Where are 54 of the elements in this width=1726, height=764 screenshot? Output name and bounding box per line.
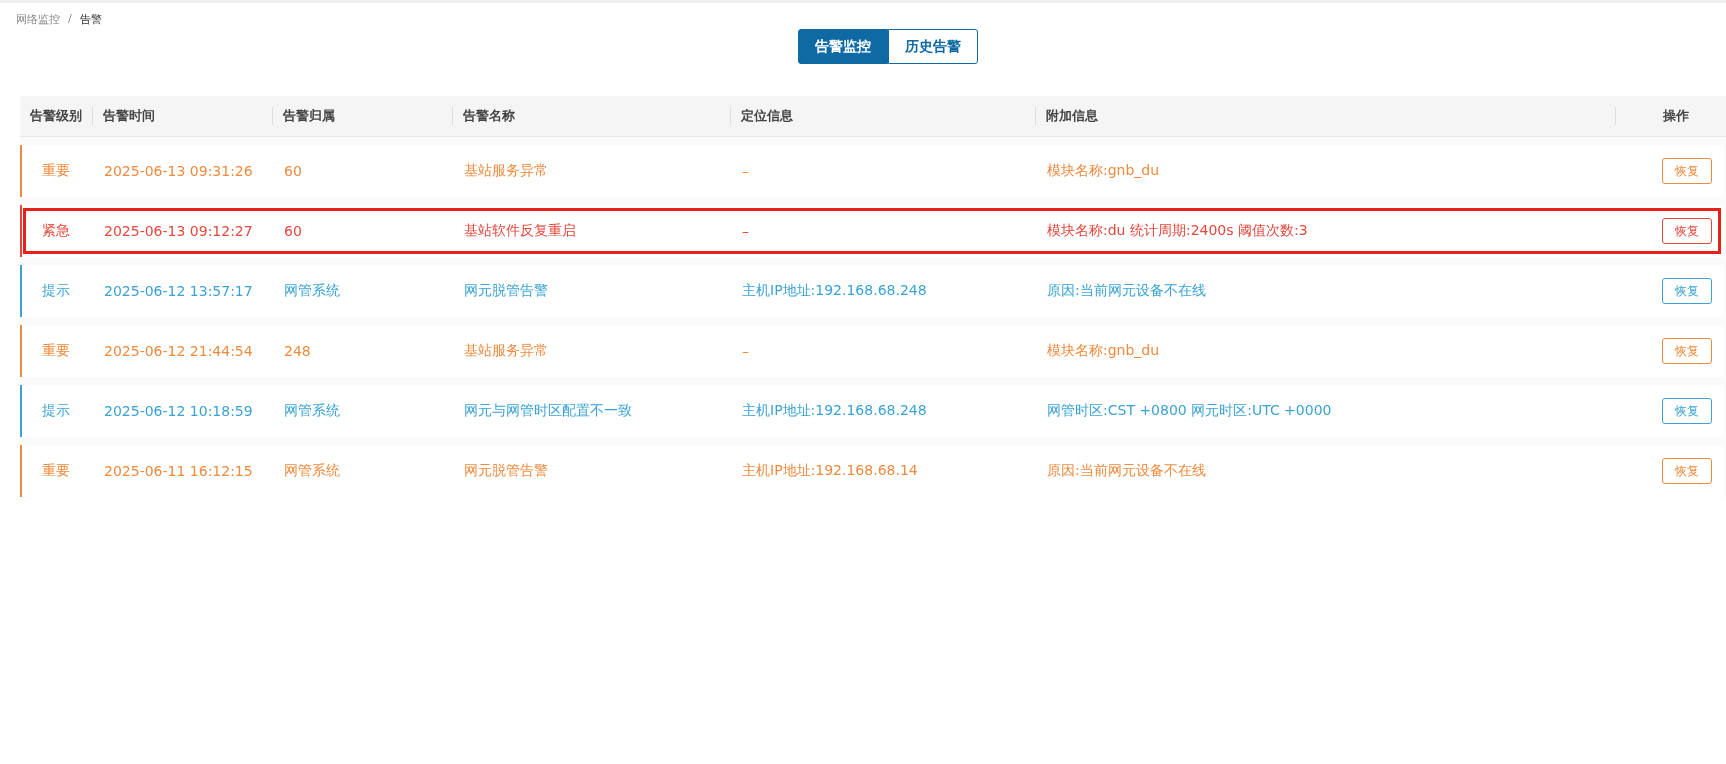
breadcrumb-item: 告警 xyxy=(79,12,102,27)
owner-cell-text: 网管系统 xyxy=(283,402,341,420)
level-cell-text: 重要 xyxy=(41,342,71,360)
name-cell-text: 基站服务异常 xyxy=(463,342,549,360)
column-header: 告警归属 xyxy=(272,107,452,125)
restore-button[interactable]: 恢复 xyxy=(1662,398,1712,424)
time-cell-text: 2025-06-13 09:31:26 xyxy=(103,163,254,179)
level-cell-text: 紧急 xyxy=(41,222,71,240)
restore-button[interactable]: 恢复 xyxy=(1662,278,1712,304)
time-cell-text: 2025-06-11 16:12:15 xyxy=(103,463,254,479)
location-cell-text: 主机IP地址:192.168.68.14 xyxy=(741,462,919,480)
name-cell-text: 网元脱管告警 xyxy=(463,462,549,480)
view-tab[interactable]: 告警监控 xyxy=(798,29,888,64)
column-header: 告警级别 xyxy=(29,107,83,125)
owner-cell-text: 60 xyxy=(283,163,303,179)
extra-info-cell-text: 原因:当前网元设备不在线 xyxy=(1046,462,1207,480)
level-cell-text: 重要 xyxy=(41,162,71,180)
column-header: 附加信息 xyxy=(1035,107,1615,125)
column-header: 定位信息 xyxy=(730,107,1035,125)
restore-button[interactable]: 恢复 xyxy=(1662,218,1712,244)
extra-info-cell-text: 网管时区:CST +0800 网元时区:UTC +0000 xyxy=(1046,402,1333,420)
owner-cell-text: 网管系统 xyxy=(283,282,341,300)
time-cell-text: 2025-06-12 13:57:17 xyxy=(103,283,254,299)
restore-button[interactable]: 恢复 xyxy=(1662,458,1712,484)
column-header: 操作 xyxy=(1615,107,1726,125)
owner-cell-text: 248 xyxy=(283,343,312,359)
location-cell-text: – xyxy=(741,343,750,359)
level-cell-text: 重要 xyxy=(41,462,71,480)
column-header: 告警名称 xyxy=(452,107,730,125)
extra-info-cell-text: 模块名称:du 统计周期:2400s 阈值次数:3 xyxy=(1046,222,1309,240)
view-tab[interactable]: 历史告警 xyxy=(888,29,978,64)
restore-button[interactable]: 恢复 xyxy=(1662,338,1712,364)
breadcrumb-item[interactable]: 网络监控 xyxy=(16,12,60,27)
name-cell-text: 网元脱管告警 xyxy=(463,282,549,300)
location-cell-text: 主机IP地址:192.168.68.248 xyxy=(741,282,928,300)
extra-info-cell-text: 模块名称:gnb_du xyxy=(1046,342,1161,360)
level-cell-text: 提示 xyxy=(41,282,71,300)
location-cell-text: 主机IP地址:192.168.68.248 xyxy=(741,402,928,420)
owner-cell-text: 60 xyxy=(283,223,303,239)
restore-button[interactable]: 恢复 xyxy=(1662,158,1712,184)
location-cell-text: – xyxy=(741,163,750,179)
extra-info-cell-text: 原因:当前网元设备不在线 xyxy=(1046,282,1207,300)
name-cell-text: 网元与网管时区配置不一致 xyxy=(463,402,633,420)
time-cell-text: 2025-06-12 21:44:54 xyxy=(103,343,254,359)
column-header: 告警时间 xyxy=(92,107,272,125)
time-cell-text: 2025-06-13 09:12:27 xyxy=(103,223,254,239)
level-cell-text: 提示 xyxy=(41,402,71,420)
breadcrumb-separator: / xyxy=(68,12,72,27)
extra-info-cell-text: 模块名称:gnb_du xyxy=(1046,162,1161,180)
location-cell-text: – xyxy=(741,223,750,239)
name-cell-text: 基站软件反复重启 xyxy=(463,222,577,240)
time-cell-text: 2025-06-12 10:18:59 xyxy=(103,403,254,419)
name-cell-text: 基站服务异常 xyxy=(463,162,549,180)
owner-cell-text: 网管系统 xyxy=(283,462,341,480)
